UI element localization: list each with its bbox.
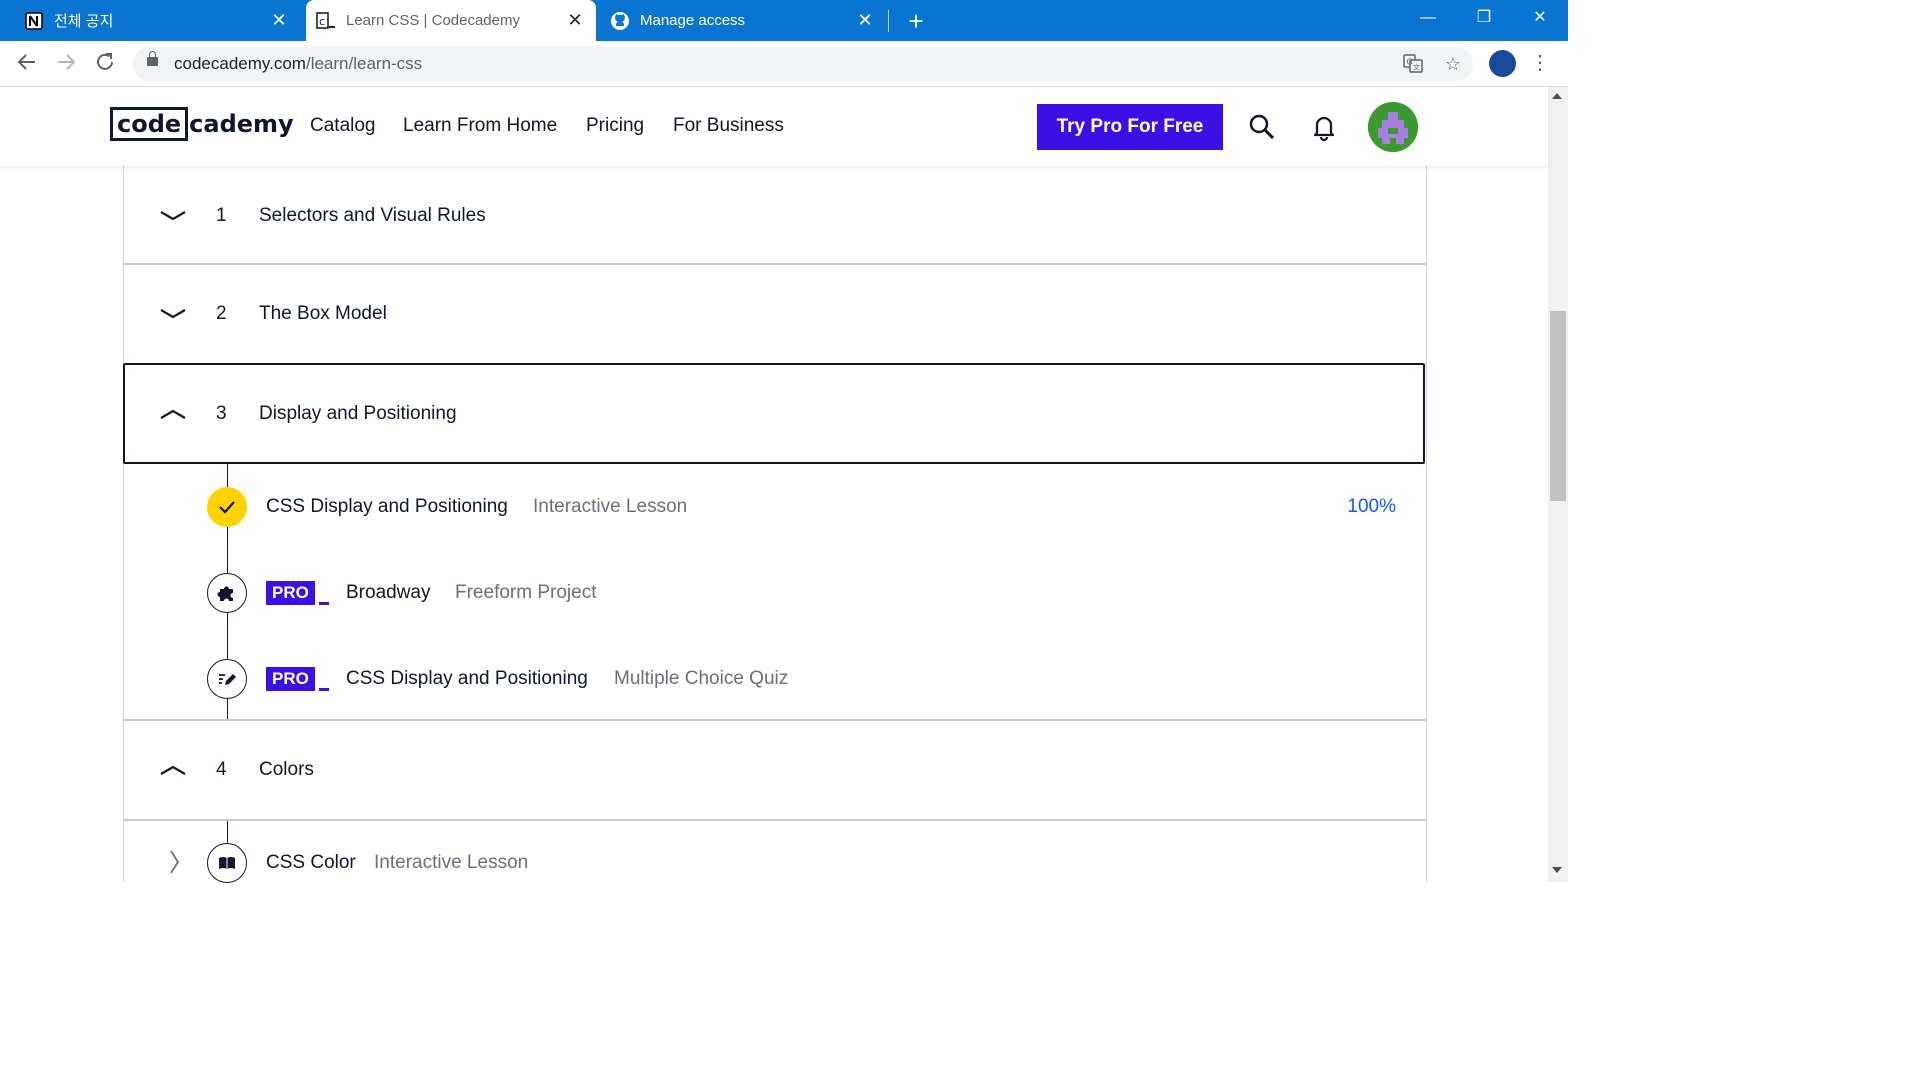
chevron-down-icon [160,211,186,221]
minimize-icon[interactable]: — [1400,0,1456,36]
window-close-icon[interactable]: ✕ [1512,0,1568,36]
site-header: code cademy Catalog Learn From Home Prici… [0,87,1548,166]
try-pro-button[interactable]: Try Pro For Free [1037,104,1223,150]
module-title: Selectors and Visual Rules [259,205,486,226]
module-title: Colors [259,759,314,780]
tab-title: Manage access [640,12,746,29]
reload-icon[interactable] [92,51,118,77]
forward-arrow-icon[interactable] [53,51,79,77]
module-4[interactable]: 4 Colors [124,721,1426,818]
tab-notion[interactable]: 전체 공지 ✕ [0,0,300,41]
browser-toolbar: codecademy.com/learn/learn-css G文 ☆ ⋮ [0,41,1568,87]
module-2[interactable]: 2 The Box Model [124,265,1426,362]
project-type: Freeform Project [455,582,597,603]
tab-separator [888,10,889,32]
github-icon [610,11,630,31]
module-number: 2 [216,303,227,324]
chevron-up-icon [160,765,186,775]
book-icon [207,843,247,883]
chevron-down-icon [160,309,186,319]
close-tab-icon[interactable]: ✕ [266,10,292,31]
user-avatar[interactable] [1368,102,1418,152]
search-icon[interactable] [1248,113,1276,141]
nav-pricing[interactable]: Pricing [586,115,644,137]
module-number: 1 [216,205,227,226]
lock-icon [147,51,158,66]
restore-icon[interactable]: ❐ [1456,0,1512,36]
scroll-down-icon[interactable] [1552,867,1562,873]
quiz-name: CSS Display and Positioning [346,668,588,689]
lesson-progress: 100% [1347,496,1396,517]
project-item[interactable]: PRO Broadway Freeform Project [124,573,1426,613]
nav-catalog[interactable]: Catalog [310,115,376,137]
svg-text:c: c [319,15,325,28]
lesson-item[interactable]: CSS Color Interactive Lesson [124,843,1426,883]
nav-learn-from-home[interactable]: Learn From Home [403,115,557,137]
browser-tab-strip: 전체 공지 ✕ c Learn CSS | Codecademy ✕ Manag… [0,0,1568,41]
nav-for-business[interactable]: For Business [673,115,784,137]
back-arrow-icon[interactable] [14,51,40,77]
module-number: 4 [216,759,227,780]
quiz-type: Multiple Choice Quiz [614,668,789,689]
lesson-item[interactable]: CSS Display and Positioning Interactive … [124,487,1426,527]
lesson-type: Interactive Lesson [374,852,529,873]
module-3[interactable]: 3 Display and Positioning [123,363,1425,464]
tab-github[interactable]: Manage access ✕ [598,0,886,41]
notion-icon [24,11,44,31]
module-1[interactable]: 1 Selectors and Visual Rules [124,166,1426,264]
module-title: The Box Model [259,303,387,324]
timeline-line [227,821,228,843]
new-tab-icon[interactable]: + [902,7,930,35]
quiz-item[interactable]: PRO CSS Display and Positioning Multiple… [124,659,1426,699]
bookmark-star-icon[interactable]: ☆ [1441,52,1465,76]
tab-codecademy[interactable]: c Learn CSS | Codecademy ✕ [306,0,596,41]
pro-badge: PRO [266,667,329,691]
bell-icon[interactable] [1310,113,1338,142]
codecademy-icon: c [316,11,336,31]
svg-text:G: G [1407,58,1413,67]
puzzle-icon [207,573,247,613]
chevron-up-icon [160,409,186,419]
address-bar[interactable]: codecademy.com/learn/learn-css G文 ☆ [133,47,1473,81]
browser-profile-avatar[interactable] [1489,50,1516,77]
lesson-type: Interactive Lesson [533,496,688,517]
divider [124,819,1426,821]
lesson-name: CSS Display and Positioning [266,496,508,517]
close-tab-icon[interactable]: ✕ [852,10,878,31]
project-name: Broadway [346,582,431,603]
browser-menu-icon[interactable]: ⋮ [1530,49,1550,77]
checkmark-icon [207,487,247,527]
page-scrollbar[interactable] [1548,87,1568,882]
module-title: Display and Positioning [259,403,457,424]
scroll-up-icon[interactable] [1552,93,1562,99]
codecademy-logo[interactable]: code cademy [110,107,294,141]
translate-icon[interactable]: G文 [1401,52,1425,76]
close-tab-icon[interactable]: ✕ [562,10,588,31]
tab-title: Learn CSS | Codecademy [346,12,520,29]
pencil-quiz-icon [207,659,247,699]
lesson-name: CSS Color [266,852,356,873]
module-number: 3 [216,403,227,424]
svg-text:文: 文 [1413,63,1420,72]
syllabus: 1 Selectors and Visual Rules 2 The Box M… [123,166,1427,883]
scrollbar-thumb[interactable] [1550,311,1566,501]
pro-badge: PRO [266,581,329,605]
url-text: codecademy.com/learn/learn-css [174,54,423,73]
tab-title: 전체 공지 [54,13,114,30]
